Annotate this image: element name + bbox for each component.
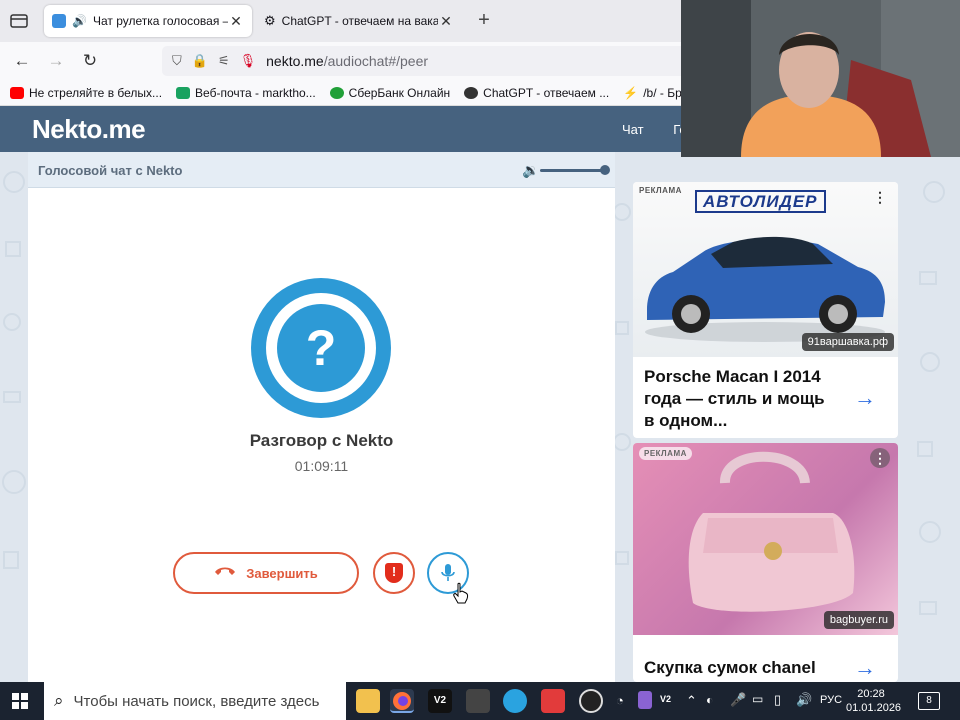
- site-logo[interactable]: Nekto.me: [32, 114, 146, 145]
- chatgpt-favicon-icon: ⚙: [264, 13, 276, 28]
- ad-card-porsche[interactable]: РЕКЛАМА АВТОЛИДЕР ⋮ 91варшавка.рф Porsch…: [633, 182, 898, 438]
- webcam-overlay: [681, 0, 960, 157]
- conversation-timer: 01:09:11: [294, 458, 349, 474]
- telegram-icon[interactable]: [503, 689, 527, 713]
- mouse-cursor-icon: [453, 582, 469, 604]
- report-button[interactable]: !: [373, 552, 415, 594]
- sberbank-icon: [329, 86, 344, 99]
- url-path: /audiochat#/peer: [323, 53, 429, 69]
- file-explorer-icon[interactable]: [356, 689, 380, 713]
- chat-header: Голосовой чат с Nekto 🔉: [28, 152, 615, 188]
- speaker-icon[interactable]: 🔊: [72, 14, 87, 28]
- chevron-up-icon[interactable]: ⌃: [686, 693, 697, 709]
- taskbar-search-placeholder: Чтобы начать поиск, введите здесь: [73, 692, 320, 710]
- ad-headline[interactable]: Скупка сумок chanel: [644, 657, 844, 679]
- obs-icon[interactable]: [579, 689, 603, 713]
- reload-icon[interactable]: ↻: [79, 50, 101, 72]
- tab-title: ChatGPT - отвечаем на ваканс: [281, 14, 438, 28]
- ad-brand-logo: АВТОЛИДЕР: [695, 190, 826, 213]
- ad-label: РЕКЛАМА: [639, 186, 682, 195]
- ad-image-handbag[interactable]: РЕКЛАМА ⋮ bagbuyer.ru: [633, 443, 898, 635]
- back-icon[interactable]: ←: [11, 50, 33, 72]
- bookmark-item[interactable]: Веб-почта - markthо...: [176, 86, 316, 100]
- bookmark-item[interactable]: Не стреляйте в белых...: [10, 86, 162, 100]
- anydesk-icon[interactable]: [541, 689, 565, 713]
- lightning-icon: ⚡: [623, 85, 639, 100]
- shield-icon[interactable]: ⛉: [172, 53, 182, 69]
- ad-domain: 91варшавка.рф: [801, 333, 894, 351]
- bookmark-label: ChatGPT - отвечаем ...: [483, 85, 610, 100]
- lock-icon[interactable]: 🔒: [192, 53, 208, 69]
- nav-chat-link[interactable]: Чат: [622, 122, 644, 137]
- windows-taskbar: ⌕ Чтобы начать поиск, введите здесь V2 ◔…: [0, 682, 960, 720]
- v2-app-icon[interactable]: V2: [428, 689, 452, 713]
- chatgpt-icon: [464, 86, 479, 99]
- bookmark-item[interactable]: СберБанк Онлайн: [329, 85, 451, 100]
- permissions-icon[interactable]: ⚟: [218, 53, 230, 69]
- tab-list-icon[interactable]: [8, 10, 30, 32]
- conversation-title: Разговор с Nekto: [249, 431, 394, 450]
- tab-nekto[interactable]: 🔊 Чат рулетка голосовая — Н ✕: [44, 5, 252, 37]
- shield-alert-icon: !: [385, 563, 403, 583]
- tray-app-icon[interactable]: ◔: [616, 693, 624, 708]
- more-options-icon[interactable]: ⋮: [870, 187, 890, 207]
- microphone-icon: [441, 564, 455, 581]
- ad-image-car[interactable]: РЕКЛАМА АВТОЛИДЕР ⋮ 91варшавка.рф: [633, 182, 898, 357]
- close-tab-icon[interactable]: ✕: [228, 13, 244, 30]
- volume-slider-handle[interactable]: [600, 165, 610, 175]
- calendar-app-icon[interactable]: [466, 689, 490, 713]
- end-call-label: Завершить: [246, 565, 318, 581]
- clock-date: 01.01.2026: [846, 702, 902, 714]
- taskbar-clock[interactable]: 20:28 01.01.2026: [846, 687, 902, 715]
- youtube-icon: [10, 86, 24, 99]
- chat-header-title: Голосовой чат с Nekto: [38, 163, 183, 178]
- new-tab-icon[interactable]: +: [472, 9, 496, 32]
- windows-start-icon[interactable]: [12, 693, 28, 709]
- bookmark-item[interactable]: ChatGPT - отвечаем ...: [464, 86, 609, 100]
- end-call-button[interactable]: Завершить: [173, 552, 359, 594]
- search-icon: ⌕: [54, 691, 64, 710]
- arrow-right-icon[interactable]: →: [854, 385, 876, 411]
- language-indicator[interactable]: РУС: [820, 694, 842, 706]
- clock-time: 20:28: [857, 688, 885, 700]
- firefox-icon[interactable]: [390, 689, 414, 713]
- ad-domain: bagbuyer.ru: [823, 611, 894, 629]
- bookmark-label: Не стреляйте в белых...: [29, 85, 163, 100]
- microphone-permission-icon[interactable]: 🎙: [240, 53, 257, 69]
- peer-avatar: ?: [251, 278, 391, 418]
- hang-up-icon: [214, 564, 236, 582]
- volume-slider[interactable]: [540, 169, 606, 172]
- ad-headline[interactable]: Porsche Macan I 2014 года — стиль и мощь…: [644, 366, 834, 432]
- webmail-icon: [176, 86, 191, 99]
- tab-chatgpt[interactable]: ⚙ ChatGPT - отвечаем на ваканс ✕: [256, 5, 462, 37]
- ad-card-chanel[interactable]: РЕКЛАМА ⋮ bagbuyer.ru Скупка сумок chane…: [633, 443, 898, 682]
- voice-chat-panel: Голосовой чат с Nekto 🔉 ? Разговор с Nek…: [28, 152, 615, 682]
- network-icon[interactable]: ▭: [752, 692, 763, 706]
- close-tab-icon[interactable]: ✕: [438, 13, 454, 30]
- microphone-tray-icon[interactable]: 🎤: [730, 692, 746, 708]
- more-options-icon[interactable]: ⋮: [870, 448, 890, 468]
- voice-recorder-icon[interactable]: [638, 691, 652, 709]
- url-bar[interactable]: ⛉ 🔒 ⚟ 🎙 nekto.me /audiochat#/peer: [162, 46, 702, 76]
- arrow-right-icon[interactable]: →: [854, 655, 876, 681]
- taskbar-search-box[interactable]: ⌕ Чтобы начать поиск, введите здесь: [44, 682, 346, 720]
- volume-tray-icon[interactable]: 🔊: [796, 692, 812, 708]
- forward-icon[interactable]: →: [45, 50, 67, 72]
- bookmark-label: СберБанк Онлайн: [348, 85, 451, 100]
- v2-tray-icon[interactable]: V2: [660, 694, 671, 704]
- bookmark-label: Веб-почта - markthо...: [195, 85, 316, 100]
- ad-label: РЕКЛАМА: [639, 447, 692, 460]
- notifications-icon[interactable]: 8: [918, 692, 940, 710]
- question-mark-icon: ?: [277, 304, 365, 392]
- url-host: nekto.me: [266, 53, 324, 69]
- chat-tray-icon[interactable]: ◐: [706, 693, 713, 707]
- battery-icon[interactable]: ▯: [774, 692, 781, 708]
- tab-title: Чат рулетка голосовая — Н: [92, 14, 228, 28]
- tab-favicon-icon: [52, 14, 66, 28]
- volume-icon[interactable]: 🔉: [522, 162, 539, 179]
